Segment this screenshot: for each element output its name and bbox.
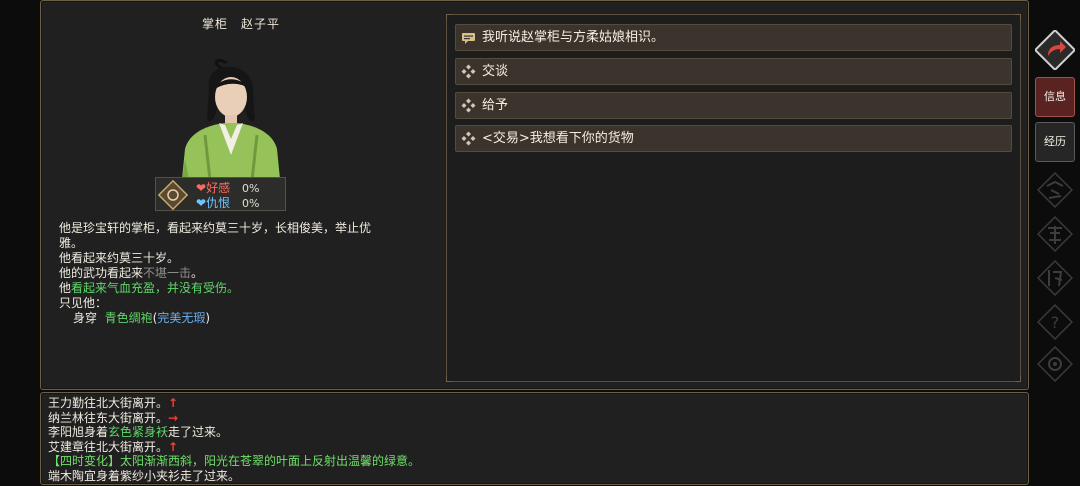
- back-button[interactable]: [1033, 28, 1077, 72]
- desc-line: 他是珍宝轩的掌柜，看起来约莫三十岁，长相俊美，举止优: [59, 221, 372, 235]
- wear-line: 身穿 青色绸袍(完美无瑕): [73, 311, 211, 325]
- log-line: 艾建章往北大街离开。↑: [48, 439, 179, 454]
- heart-icon: ❤: [196, 181, 207, 195]
- hatred-stat: ❤仇恨 0%: [196, 196, 260, 210]
- diamond-icon: [461, 98, 476, 113]
- npc-portrait: [181, 59, 281, 189]
- seen-line: 只见他：: [59, 296, 108, 310]
- desc-line: 他看起来约莫三十岁。: [59, 251, 180, 265]
- diamond-icon: [461, 131, 476, 146]
- affection-stat: ❤好感 0%: [196, 181, 260, 195]
- work-icon[interactable]: [1037, 172, 1073, 208]
- npc-info-panel: 掌柜 赵子平 ❤好感 0% ❤仇恨 0% 他是珍宝轩的掌柜，看起来约莫三十岁，长…: [40, 0, 1029, 390]
- option-talk[interactable]: 交谈: [455, 58, 1012, 85]
- desc-line: 雅。: [59, 236, 84, 250]
- health-line: 他看起来气血充盈，并没有受伤。: [59, 281, 240, 295]
- settings-gear-icon[interactable]: [1037, 346, 1073, 382]
- side-menu: 信息 经历 ?: [1031, 0, 1080, 486]
- up-arrow-icon: ↑: [168, 439, 179, 454]
- event-log[interactable]: 王力勤往北大街离开。↑ 纳兰林往东大街离开。→ 李阳旭身着玄色紧身袄走了过来。 …: [40, 392, 1029, 485]
- option-ask-fangrou[interactable]: 我听说赵掌柜与方柔姑娘相识。: [455, 24, 1012, 51]
- study-icon[interactable]: [1037, 216, 1073, 252]
- relationship-stats: ❤好感 0% ❤仇恨 0%: [155, 177, 286, 211]
- scroll-badge-icon: [158, 180, 188, 210]
- npc-title: 掌柜 赵子平: [201, 17, 280, 31]
- help-icon[interactable]: ?: [1037, 304, 1073, 340]
- option-trade[interactable]: <交易>我想看下你的货物: [455, 125, 1012, 152]
- up-arrow-icon: ↑: [168, 396, 179, 410]
- svg-text:?: ?: [1051, 313, 1060, 332]
- martial-line: 他的武功看起来不堪一击。: [59, 266, 204, 280]
- log-line: 王力勤往北大街离开。↑: [48, 396, 179, 410]
- affection-value: 0%: [242, 182, 260, 195]
- npc-description: 他是珍宝轩的掌柜，看起来约莫三十岁，长相俊美，举止优 雅。 他看起来约莫三十岁。…: [59, 221, 419, 326]
- speech-icon: [462, 33, 475, 44]
- option-give[interactable]: 给予: [455, 92, 1012, 119]
- back-arrow-icon: [1033, 28, 1077, 72]
- log-lines: 王力勤往北大街离开。↑ 纳兰林往东大街离开。→ 李阳旭身着玄色紧身袄走了过来。 …: [48, 396, 420, 484]
- log-line: 李阳旭身着玄色紧身袄走了过来。: [48, 425, 229, 440]
- right-arrow-icon: →: [168, 410, 179, 425]
- blue-heart-icon: ❤: [196, 196, 207, 210]
- log-line: 端木陶宜身着紫纱小夹衫走了过来。: [48, 468, 241, 483]
- npc-profile: 掌柜 赵子平 ❤好感 0% ❤仇恨 0% 他是珍宝轩的掌柜，看起来约莫三十岁，长…: [41, 1, 441, 389]
- log-line: 【四时变化】太阳渐渐西斜，阳光在苍翠的叶面上反射出温馨的绿意。: [48, 454, 421, 469]
- log-line: 纳兰林往东大街离开。→: [48, 410, 179, 425]
- sect-icon[interactable]: [1037, 260, 1073, 296]
- diamond-icon: [461, 64, 476, 79]
- info-button[interactable]: 信息: [1035, 77, 1075, 117]
- history-button[interactable]: 经历: [1035, 122, 1075, 162]
- hatred-value: 0%: [242, 197, 260, 210]
- dialogue-options: 我听说赵掌柜与方柔姑娘相识。 交谈 给予 <交易>我想看下你的货物: [446, 14, 1021, 382]
